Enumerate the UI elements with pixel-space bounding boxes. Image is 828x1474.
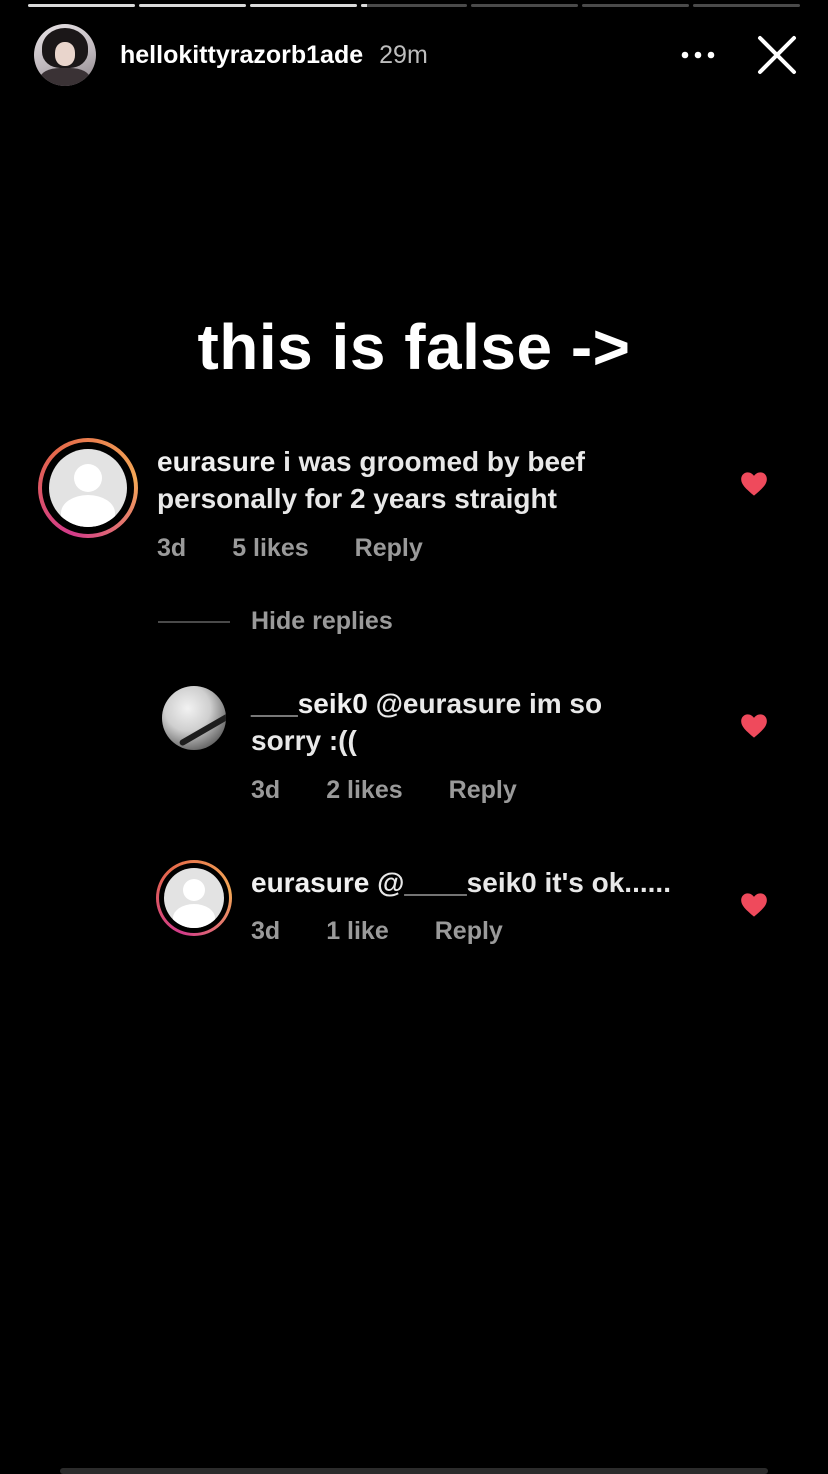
progress-segment xyxy=(138,4,246,7)
story-username[interactable]: hellokittyrazorb1ade xyxy=(120,41,363,70)
home-indicator xyxy=(60,1468,768,1474)
comment-age: 3d xyxy=(157,534,187,562)
commenter-avatar[interactable] xyxy=(162,686,226,750)
comment-meta: 3d 5 likes Reply xyxy=(157,534,469,563)
progress-segment xyxy=(249,4,357,7)
default-avatar-icon xyxy=(164,868,224,928)
more-options-icon[interactable] xyxy=(678,35,718,75)
comment-meta: 3d 2 likes Reply xyxy=(251,776,563,805)
comment-age: 3d xyxy=(251,917,281,945)
heart-icon[interactable] xyxy=(740,471,768,497)
close-icon[interactable] xyxy=(754,32,800,78)
profile-avatar[interactable] xyxy=(34,24,96,86)
hide-replies-button[interactable]: Hide replies xyxy=(251,607,393,636)
comment-username[interactable]: eurasure xyxy=(251,867,369,898)
reply-button[interactable]: Reply xyxy=(435,917,503,946)
comment-likes[interactable]: 5 likes xyxy=(232,534,308,563)
comment-username[interactable]: ___seik0 xyxy=(251,688,368,719)
comment-meta: 3d 1 like Reply xyxy=(251,917,549,946)
reply-button[interactable]: Reply xyxy=(355,534,423,563)
comment-text: eurasure @____seik0 it's ok...... xyxy=(251,867,671,898)
story-header: hellokittyrazorb1ade 29m xyxy=(34,22,800,88)
progress-segment xyxy=(693,4,801,7)
progress-segment xyxy=(471,4,579,7)
commenter-avatar[interactable] xyxy=(38,438,138,538)
hide-replies-divider xyxy=(158,621,230,623)
comment-likes[interactable]: 1 like xyxy=(326,917,389,946)
reply-button[interactable]: Reply xyxy=(449,776,517,805)
heart-icon[interactable] xyxy=(740,713,768,739)
commenter-avatar[interactable] xyxy=(156,860,232,936)
comment-username[interactable]: eurasure xyxy=(157,446,275,477)
comment-text: ___seik0 @eurasure im so sorry :(( xyxy=(251,688,603,756)
story-progress-bar xyxy=(28,4,801,8)
progress-segment xyxy=(28,4,135,7)
story-timestamp: 29m xyxy=(379,40,428,69)
comment-text: eurasure i was groomed by beef personall… xyxy=(157,446,585,514)
progress-segment-active xyxy=(360,4,468,7)
comment-likes[interactable]: 2 likes xyxy=(326,776,402,805)
comment-age: 3d xyxy=(251,776,281,804)
progress-segment xyxy=(582,4,690,7)
default-avatar-icon xyxy=(49,449,127,527)
story-text-overlay: this is false -> xyxy=(197,311,631,383)
heart-icon[interactable] xyxy=(740,892,768,918)
